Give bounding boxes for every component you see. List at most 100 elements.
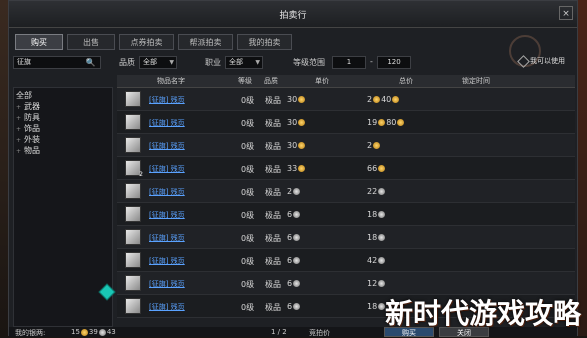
header-lock-time[interactable]: 锁定时间	[462, 76, 490, 86]
item-quality: 极品	[265, 96, 281, 105]
tab-sell[interactable]: 出售	[67, 34, 115, 50]
scroll-item-icon[interactable]	[125, 91, 141, 107]
category-outfit[interactable]: + 外装	[16, 134, 40, 145]
coin-icon	[378, 257, 386, 264]
unit-value: 6	[287, 302, 293, 311]
unit-price: 6	[287, 233, 301, 242]
category-all[interactable]: 全部	[16, 90, 32, 101]
unit-value: 30	[287, 118, 298, 127]
usable-checkbox[interactable]: 我可以使用	[517, 54, 565, 68]
item-quality: 极品	[265, 188, 281, 197]
scroll-item-icon[interactable]: 2	[125, 160, 143, 178]
item-name-link[interactable]: [征旗] 残页	[149, 256, 185, 266]
unit-value: 30	[287, 141, 298, 150]
category-label: 饰品	[24, 124, 41, 133]
coin-icon	[378, 280, 386, 287]
scroll-item-icon[interactable]	[125, 206, 141, 222]
total-price: 2	[367, 141, 381, 150]
coin-icon	[397, 119, 405, 126]
coin-icon	[298, 142, 306, 149]
page-indicator: 1 / 2	[271, 328, 287, 336]
header-quality[interactable]: 品质	[264, 76, 278, 86]
total-price: 18	[367, 210, 386, 219]
item-level: 0级	[241, 303, 255, 312]
unit-value: 6	[287, 210, 293, 219]
table-row[interactable]: [征旗] 残页 0级 极品 6 18	[117, 203, 575, 226]
scroll-item-icon[interactable]	[125, 183, 141, 199]
category-label: 武器	[24, 102, 41, 111]
level-min-input[interactable]: 1	[332, 56, 366, 69]
title-bar[interactable]: 拍卖行 ×	[9, 1, 577, 28]
money-gold: 15	[71, 328, 80, 336]
item-name-link[interactable]: [征旗] 残页	[149, 302, 185, 312]
scroll-item-icon[interactable]	[125, 252, 141, 268]
item-level: 0级	[241, 188, 255, 197]
coin-icon	[378, 234, 386, 241]
item-name-link[interactable]: [征旗] 残页	[149, 118, 185, 128]
item-level: 0级	[241, 211, 255, 220]
header-level[interactable]: 等级	[238, 76, 252, 86]
item-name-link[interactable]: [征旗] 残页	[149, 141, 185, 151]
tab-my-auction[interactable]: 我的拍卖	[237, 34, 292, 50]
checkbox-icon	[517, 54, 530, 68]
scroll-item-icon[interactable]	[125, 298, 141, 314]
item-level: 0级	[241, 234, 255, 243]
category-label: 外装	[24, 135, 41, 144]
header-unit-price[interactable]: 单价	[315, 76, 329, 86]
item-name-link[interactable]: [征旗] 残页	[149, 164, 185, 174]
tab-coupon-auction[interactable]: 点券拍卖	[119, 34, 174, 50]
job-select[interactable]: 全部 ▼	[225, 56, 263, 69]
money-copper: 43	[106, 328, 116, 336]
unit-price: 6	[287, 279, 301, 288]
item-name-link[interactable]: [征旗] 残页	[149, 210, 185, 220]
scroll-item-icon[interactable]	[125, 229, 141, 245]
scroll-item-icon[interactable]	[125, 137, 141, 153]
tab-buy[interactable]: 购买	[15, 34, 63, 50]
level-separator: -	[370, 57, 373, 66]
tab-guild-auction[interactable]: 帮派拍卖	[178, 34, 233, 50]
item-name-link[interactable]: [征旗] 残页	[149, 187, 185, 197]
header-total-price[interactable]: 总价	[399, 76, 413, 86]
coin-icon	[378, 188, 386, 195]
close-button[interactable]: ×	[559, 6, 573, 20]
unit-value: 33	[287, 164, 298, 173]
scroll-item-icon[interactable]	[125, 114, 141, 130]
item-quality: 极品	[265, 234, 281, 243]
category-item[interactable]: + 物品	[16, 145, 40, 156]
unit-price: 2	[287, 187, 301, 196]
search-icon[interactable]: 🔍	[84, 56, 97, 69]
table-row[interactable]: [征旗] 残页 0级 极品 6 18	[117, 226, 575, 249]
total-value: 18	[367, 302, 378, 311]
unit-value: 2	[287, 187, 293, 196]
level-max-input[interactable]: 120	[377, 56, 411, 69]
total-price: 19 80	[367, 118, 405, 127]
total-value: 66	[367, 164, 378, 173]
unit-price: 6	[287, 210, 301, 219]
coin-icon	[392, 96, 400, 103]
table-row[interactable]: [征旗] 残页 0级 极品 6 42	[117, 249, 575, 272]
item-name-link[interactable]: [征旗] 残页	[149, 279, 185, 289]
job-select-value: 全部	[229, 58, 243, 66]
table-row[interactable]: [征旗] 残页 0级 极品 30 2	[117, 134, 575, 157]
total-price: 12	[367, 279, 386, 288]
total-value: 2	[367, 141, 373, 150]
expand-icon: +	[16, 148, 22, 155]
category-accessory[interactable]: + 饰品	[16, 123, 40, 134]
item-quality: 极品	[265, 165, 281, 174]
table-row[interactable]: [征旗] 残页 0级 极品 30 19 80	[117, 111, 575, 134]
table-row[interactable]: 2 [征旗] 残页 0级 极品 33 66	[117, 157, 575, 180]
table-row[interactable]: [征旗] 残页 0级 极品 30 2 40	[117, 88, 575, 111]
category-armor[interactable]: + 防具	[16, 112, 40, 123]
total-price: 18	[367, 302, 386, 311]
table-row[interactable]: [征旗] 残页 0级 极品 2 22	[117, 180, 575, 203]
category-weapon[interactable]: + 武器	[16, 101, 40, 112]
item-name-link[interactable]: [征旗] 残页	[149, 233, 185, 243]
unit-value: 6	[287, 233, 293, 242]
quality-select[interactable]: 全部 ▼	[139, 56, 177, 69]
scroll-item-icon[interactable]	[125, 275, 141, 291]
item-name-link[interactable]: [征旗] 残页	[149, 95, 185, 105]
unit-value: 6	[287, 279, 293, 288]
header-name[interactable]: 物品名字	[157, 76, 185, 86]
category-label: 防具	[24, 113, 41, 122]
coin-icon	[293, 280, 301, 287]
